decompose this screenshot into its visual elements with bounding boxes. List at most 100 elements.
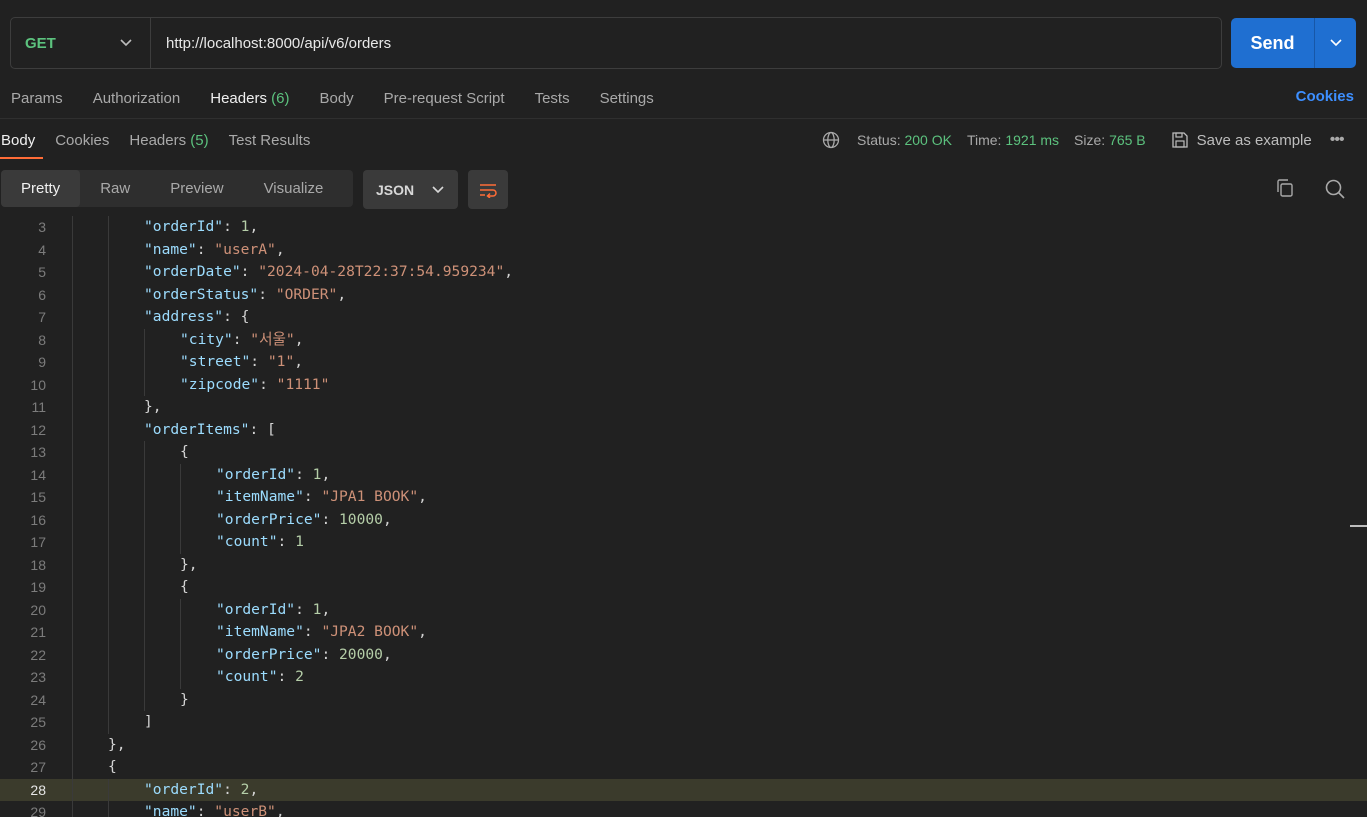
response-body-editor[interactable]: 3 "orderId": 1, 4 "name": "userA", 5 "orderDa…: [0, 216, 1367, 817]
code-text: "city": "서울",: [180, 329, 304, 352]
save-as-example-button[interactable]: Save as example: [1171, 131, 1312, 149]
code-line[interactable]: 10 "zipcode": "1111": [0, 374, 1367, 397]
url-input[interactable]: http://localhost:8000/api/v6/orders: [151, 35, 391, 52]
code-text: "orderPrice": 10000,: [216, 509, 392, 532]
search-button[interactable]: [1324, 178, 1346, 205]
code-token: :: [277, 668, 296, 685]
view-raw-button[interactable]: Raw: [80, 170, 150, 207]
code-text: "zipcode": "1111": [180, 374, 329, 397]
tab-authorization[interactable]: Authorization: [93, 90, 181, 107]
headers-count-badge: (6): [271, 89, 290, 107]
size-value[interactable]: 765 B: [1109, 132, 1146, 148]
code-line[interactable]: 21 "itemName": "JPA2 BOOK",: [0, 621, 1367, 644]
code-line[interactable]: 17 "count": 1: [0, 531, 1367, 554]
response-tab-cookies[interactable]: Cookies: [45, 121, 119, 159]
code-line[interactable]: 12 "orderItems": [: [0, 419, 1367, 442]
view-visualize-button[interactable]: Visualize: [244, 170, 344, 207]
code-line[interactable]: 26},: [0, 734, 1367, 757]
code-text: },: [108, 734, 126, 757]
code-token: "count": [216, 668, 278, 685]
line-number: 4: [38, 241, 46, 258]
status-value[interactable]: 200 OK: [904, 132, 951, 148]
response-tab-test-results[interactable]: Test Results: [219, 121, 321, 159]
globe-icon[interactable]: [822, 131, 840, 149]
code-text: "count": 1: [216, 531, 304, 554]
code-line[interactable]: 27 {: [0, 756, 1367, 779]
tab-prerequest-script[interactable]: Pre-request Script: [384, 90, 505, 107]
code-line[interactable]: 11},: [0, 396, 1367, 419]
code-token: 10000: [339, 510, 383, 528]
code-line[interactable]: 20 "orderId": 1,: [0, 599, 1367, 622]
code-token: :: [295, 465, 313, 483]
code-token: },: [180, 555, 198, 573]
code-token: ,: [418, 623, 427, 640]
copy-icon: [1277, 179, 1293, 197]
code-token: "userA": [214, 240, 276, 258]
wrap-lines-button[interactable]: [468, 170, 508, 209]
response-tab-body[interactable]: Body: [0, 121, 45, 159]
language-select[interactable]: JSON: [363, 170, 458, 209]
line-number: 15: [30, 489, 46, 505]
tab-headers-label: Headers: [210, 89, 267, 107]
send-button[interactable]: Send: [1231, 18, 1315, 68]
tab-settings[interactable]: Settings: [600, 90, 654, 107]
code-token: ]: [144, 713, 153, 730]
code-line[interactable]: 25]: [0, 711, 1367, 734]
cookies-link[interactable]: Cookies: [1296, 88, 1354, 105]
code-line[interactable]: 18},: [0, 554, 1367, 577]
method-select[interactable]: GET: [11, 18, 151, 68]
code-text: "itemName": "JPA2 BOOK",: [216, 621, 427, 644]
response-headers-count-badge: (5): [190, 131, 209, 149]
tab-tests[interactable]: Tests: [535, 90, 570, 107]
code-token: : [: [249, 420, 276, 438]
code-line[interactable]: 15 "itemName": "JPA1 BOOK",: [0, 486, 1367, 509]
code-line[interactable]: 5 "orderDate": "2024-04-28T22:37:54.95923…: [0, 261, 1367, 284]
code-token: ,: [382, 645, 392, 663]
line-number: 3: [38, 219, 46, 235]
code-token: "name": [144, 803, 197, 817]
response-tab-headers[interactable]: Headers (5): [119, 121, 218, 159]
code-line[interactable]: 28 "orderId": 2,: [0, 778, 1367, 801]
line-number: 27: [30, 759, 46, 775]
search-icon: [1325, 179, 1345, 199]
code-text: ]: [144, 711, 153, 734]
chevron-down-icon: [120, 39, 132, 47]
copy-button[interactable]: [1275, 178, 1295, 203]
code-line[interactable]: 7 "address": {: [0, 306, 1367, 329]
code-token: 20000: [339, 645, 383, 663]
send-options-button[interactable]: [1315, 18, 1356, 68]
code-token: "orderStatus": [144, 285, 259, 303]
code-token: "ORDER": [275, 285, 338, 303]
code-line[interactable]: 3 "orderId": 1,: [0, 216, 1367, 239]
code-token: "orderItems": [144, 420, 250, 438]
code-line[interactable]: 13 {: [0, 441, 1367, 464]
view-pretty-button[interactable]: Pretty: [1, 170, 81, 207]
view-preview-button[interactable]: Preview: [150, 170, 243, 207]
time-value[interactable]: 1921 ms: [1005, 132, 1059, 148]
tab-body[interactable]: Body: [319, 90, 353, 107]
more-options-icon[interactable]: •••: [1330, 131, 1345, 149]
code-line[interactable]: 6 "orderStatus": "ORDER",: [0, 284, 1367, 307]
code-line[interactable]: 29 "name": "userB",: [0, 801, 1367, 817]
code-text: "orderId": 1,: [144, 216, 258, 239]
tab-headers[interactable]: Headers (6): [210, 90, 289, 107]
code-line[interactable]: 19 {: [0, 576, 1367, 599]
code-line[interactable]: 14 "orderId": 1,: [0, 464, 1367, 487]
scrollbar-marker[interactable]: [1350, 525, 1367, 527]
section-divider: [0, 118, 1367, 119]
code-line[interactable]: 23 "count": 2: [0, 666, 1367, 689]
code-line[interactable]: 22 "orderPrice": 20000,: [0, 644, 1367, 667]
tab-params[interactable]: Params: [11, 90, 63, 107]
code-line[interactable]: 4 "name": "userA",: [0, 239, 1367, 262]
code-line[interactable]: 9 "street": "1",: [0, 351, 1367, 374]
code-token: :: [259, 375, 277, 393]
code-token: :: [277, 533, 296, 550]
time-label: Time:: [966, 132, 1002, 148]
code-token: ,: [418, 488, 427, 505]
code-token: :: [321, 645, 340, 663]
indent-guide: [180, 463, 181, 554]
code-line[interactable]: 8 "city": "서울",: [0, 329, 1367, 352]
code-token: :: [240, 263, 259, 280]
code-line[interactable]: 16 "orderPrice": 10000,: [0, 509, 1367, 532]
code-line[interactable]: 24}: [0, 689, 1367, 712]
